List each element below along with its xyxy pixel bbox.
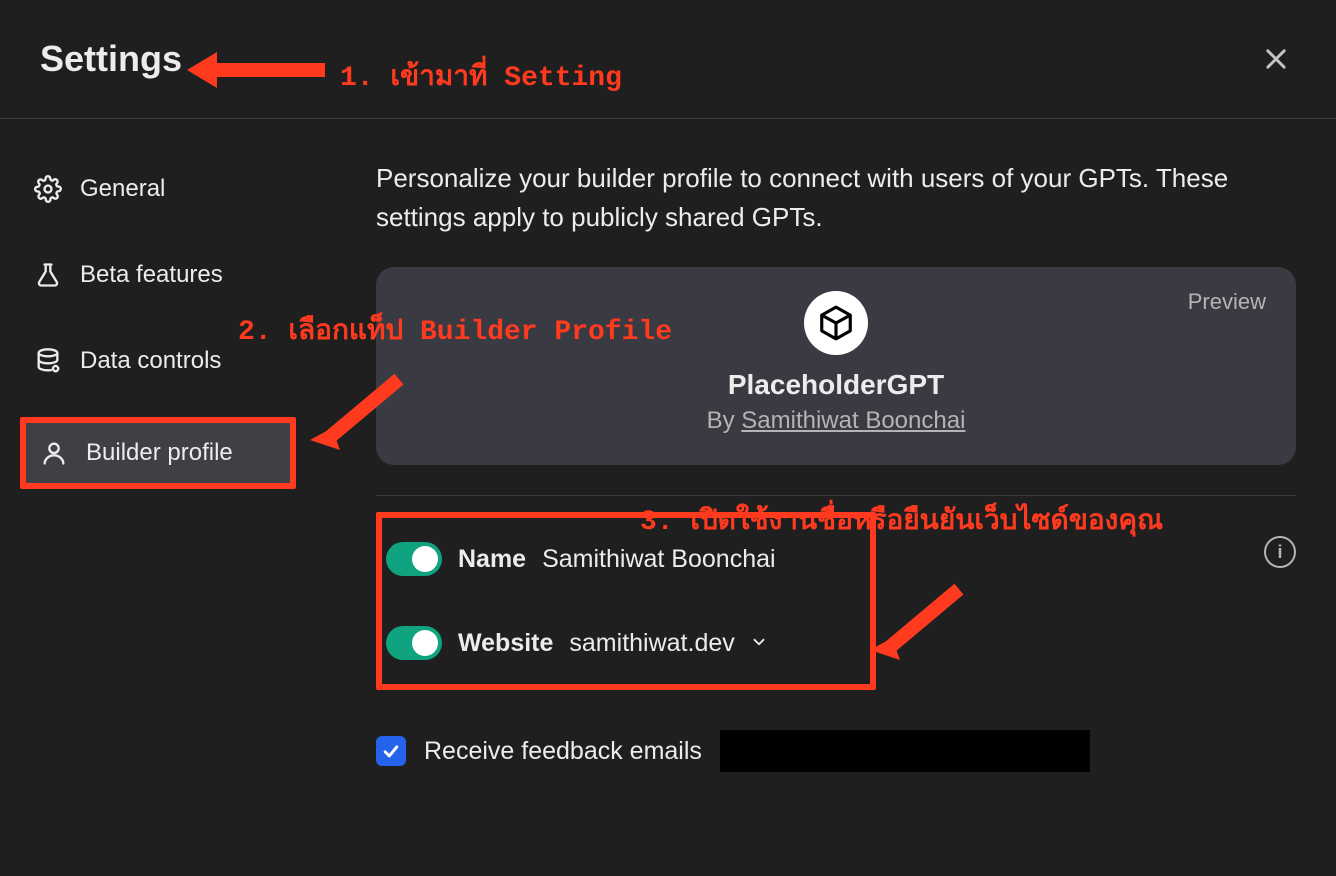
name-toggle[interactable] [386, 542, 442, 576]
website-dropdown[interactable]: samithiwat.dev [569, 629, 767, 658]
website-toggle-label: Website [458, 629, 553, 658]
author-link[interactable]: Samithiwat Boonchai [741, 407, 965, 434]
info-icon: i [1277, 542, 1282, 563]
toggle-highlight-box: Name Samithiwat Boonchai Website samithi… [376, 512, 876, 690]
name-toggle-value: Samithiwat Boonchai [542, 545, 775, 574]
name-toggle-row: Name Samithiwat Boonchai [386, 542, 852, 576]
person-icon [40, 439, 68, 467]
page-title: Settings [40, 38, 182, 80]
sidebar-item-beta-features[interactable]: Beta features [20, 245, 296, 305]
feedback-checkbox[interactable] [376, 736, 406, 766]
dialog-header: Settings [0, 0, 1336, 119]
sidebar-item-label: Beta features [80, 261, 223, 289]
sidebar-item-label: General [80, 175, 165, 203]
website-toggle-row: Website samithiwat.dev [386, 626, 852, 660]
check-icon [381, 741, 401, 761]
gpt-avatar [804, 291, 868, 355]
feedback-row: Receive feedback emails [376, 730, 1296, 772]
feedback-label: Receive feedback emails [424, 737, 702, 766]
close-button[interactable] [1256, 39, 1296, 79]
divider [376, 495, 1296, 496]
info-button[interactable]: i [1264, 536, 1296, 568]
sidebar-item-label: Builder profile [86, 439, 233, 467]
cube-icon [817, 304, 855, 342]
close-icon [1262, 45, 1290, 73]
sidebar-item-label: Data controls [80, 347, 221, 375]
name-toggle-label: Name [458, 545, 526, 574]
gear-icon [34, 175, 62, 203]
sidebar: General Beta features Data controls Buil… [0, 119, 316, 772]
flask-icon [34, 261, 62, 289]
sidebar-item-builder-profile[interactable]: Builder profile [20, 417, 296, 489]
content-panel: Personalize your builder profile to conn… [316, 119, 1336, 772]
preview-card: Preview PlaceholderGPT By Samithiwat Boo… [376, 267, 1296, 465]
sidebar-item-data-controls[interactable]: Data controls [20, 331, 296, 391]
preview-badge: Preview [1188, 289, 1266, 315]
gpt-name: PlaceholderGPT [406, 369, 1266, 401]
by-line: By Samithiwat Boonchai [406, 407, 1266, 435]
redacted-block [720, 730, 1090, 772]
by-prefix: By [707, 407, 742, 434]
sidebar-item-general[interactable]: General [20, 159, 296, 219]
chevron-down-icon [750, 633, 768, 651]
website-toggle-value: samithiwat.dev [569, 629, 734, 657]
database-icon [34, 347, 62, 375]
profile-description: Personalize your builder profile to conn… [376, 159, 1296, 237]
website-toggle[interactable] [386, 626, 442, 660]
